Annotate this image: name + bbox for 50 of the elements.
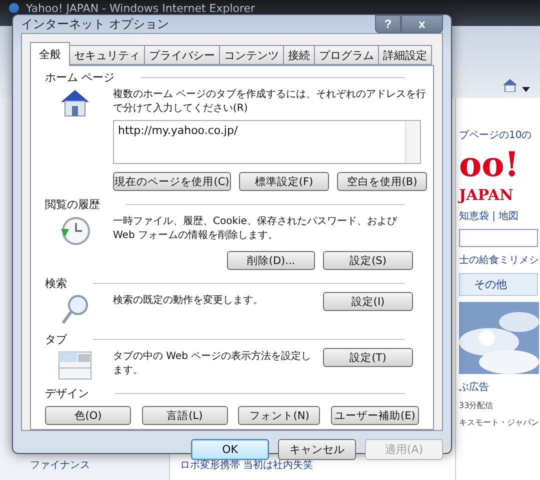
link[interactable]: ブページの10の xyxy=(459,128,538,142)
logo-text: oo! xyxy=(459,148,520,182)
sidebar-link[interactable]: ファイナンス xyxy=(30,458,169,472)
window-title: Yahoo! JAPAN - Windows Internet Explorer xyxy=(26,2,256,15)
logo-text: JAPAN xyxy=(459,188,514,203)
caption: 33分配信 xyxy=(459,400,494,411)
option-button[interactable]: 言語(L) xyxy=(142,406,228,425)
tab[interactable]: 接続 xyxy=(283,45,315,65)
caption: キスモート・ジャパン xyxy=(459,417,538,428)
dialog-button[interactable]: キャンセル xyxy=(278,439,356,460)
search-icon xyxy=(60,294,90,326)
tab[interactable]: セキュリティ xyxy=(69,45,145,65)
description: タブの中の Web ページの表示方法を設定します。 xyxy=(113,350,312,378)
home-icon[interactable] xyxy=(502,78,518,92)
tab[interactable]: その他 xyxy=(459,273,538,296)
link[interactable]: 知恵袋 | 地図 xyxy=(459,209,538,223)
tab[interactable]: プライバシー xyxy=(144,45,220,65)
section-heading: 検索 xyxy=(45,276,67,290)
option-button[interactable]: フォント(N) xyxy=(238,406,320,425)
section-heading: デザイン xyxy=(45,386,89,400)
tab[interactable]: コンテンツ xyxy=(219,45,284,65)
dialog-button[interactable]: OK xyxy=(191,439,269,460)
caret-icon[interactable] xyxy=(522,87,530,92)
link[interactable]: 士の給食ミリメシ xyxy=(459,253,538,267)
address-field[interactable]: http://my.yahoo.co.jp/ xyxy=(113,120,421,164)
description: 一時ファイル、履歴、Cookie、保存されたパスワード、および Web フォームの情報を削除します。 xyxy=(113,214,398,243)
option-button[interactable]: 現在のページを使用(C) xyxy=(113,172,231,191)
tab[interactable]: プログラム xyxy=(314,45,379,65)
section-heading: 閲覧の履歴 xyxy=(45,196,100,212)
option-button[interactable]: 標準設定(F) xyxy=(239,172,329,191)
close-button[interactable]: x xyxy=(401,15,443,33)
option-button[interactable]: ユーザー補助(E) xyxy=(330,406,419,425)
description: 複数のホーム ページのタブを作成するには、それぞれのアドレスを行で分けて入力してください(R) xyxy=(113,88,428,116)
option-button[interactable]: 空白を使用(B) xyxy=(337,172,427,191)
option-button[interactable]: 色(O) xyxy=(45,406,131,425)
news-link[interactable]: ロボ変形携帯 当初は社内失笑 xyxy=(180,458,455,472)
settings-button[interactable]: 設定(I) xyxy=(323,292,413,311)
tab[interactable]: 全般 xyxy=(30,42,70,66)
clock-icon xyxy=(59,215,91,247)
tab[interactable]: 詳細設定 xyxy=(378,45,432,65)
option-button[interactable]: 設定(S) xyxy=(323,251,413,270)
description: 検索の既定の動作を変更します。 xyxy=(113,294,264,308)
settings-button[interactable]: 設定(T) xyxy=(323,348,413,367)
tabs-icon xyxy=(58,350,92,380)
link[interactable]: ぶ広告 xyxy=(459,380,538,394)
section-heading: タブ xyxy=(45,332,67,346)
search-field[interactable] xyxy=(459,229,538,247)
dialog-title: インターネット オプション xyxy=(21,16,169,32)
option-button[interactable]: 削除(D)... xyxy=(227,251,315,270)
section-heading: ホーム ページ xyxy=(45,70,114,84)
